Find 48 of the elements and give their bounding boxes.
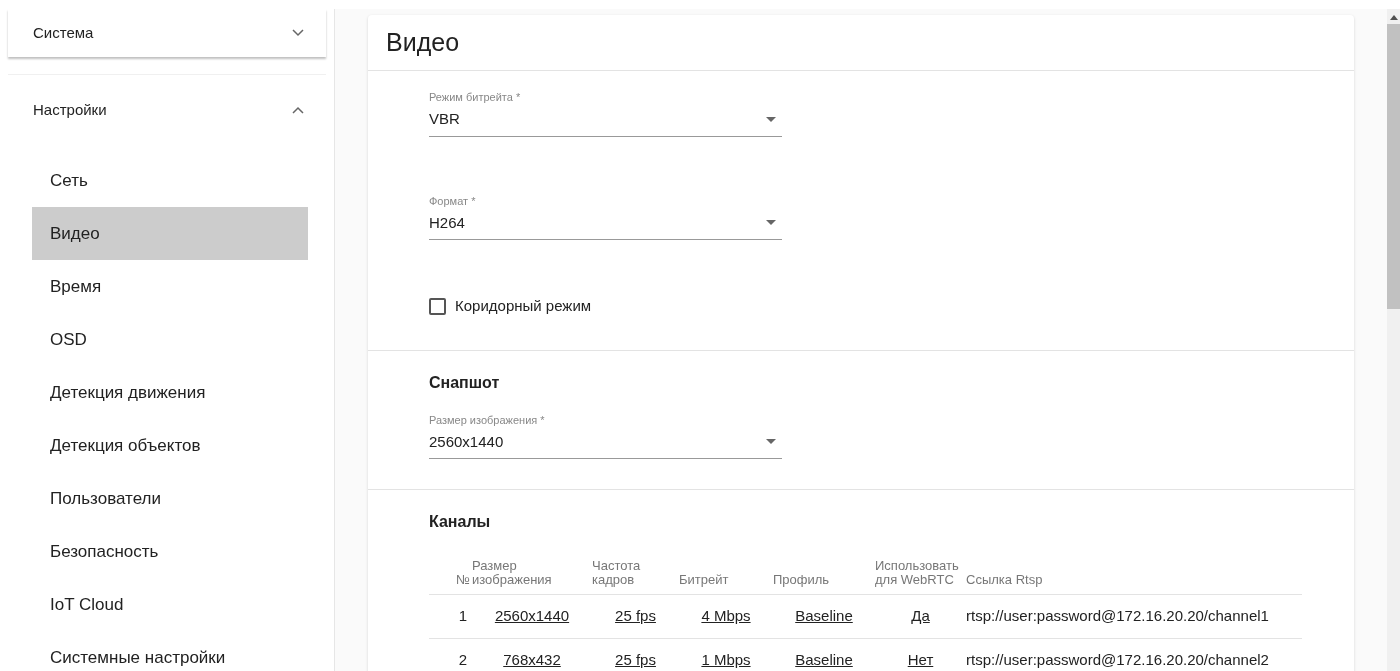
table-link[interactable]: Baseline xyxy=(795,651,853,668)
column-header: Использовать для WebRTC xyxy=(875,558,960,587)
column-header: Размер изображения xyxy=(472,558,553,587)
column-header: Битрейт xyxy=(679,572,729,587)
column-header: № xyxy=(456,572,470,587)
table-cell: 1 xyxy=(458,606,467,624)
table-link[interactable]: 4 Mbps xyxy=(701,606,751,624)
table-link[interactable]: 768x432 xyxy=(503,651,561,668)
sidebar-item[interactable]: OSD xyxy=(32,313,308,366)
table-link[interactable]: Да xyxy=(911,606,930,624)
table-cell: rtsp://user:password@172.16.20.20/channel1 xyxy=(966,606,1269,624)
accordion-header[interactable]: Настройки xyxy=(8,75,326,145)
sidebar-item[interactable]: Безопасность xyxy=(32,525,308,578)
select-field[interactable]: Размер изображения * 2560x1440 xyxy=(429,412,782,459)
dropdown-arrow-icon xyxy=(766,220,776,226)
dropdown-arrow-icon xyxy=(766,116,776,122)
column-header: Ссылка Rtsp xyxy=(966,572,1043,587)
sidebar-item[interactable]: Сеть xyxy=(32,154,308,207)
checkbox[interactable] xyxy=(429,297,446,315)
section-heading: Снапшот xyxy=(429,372,500,393)
table-link[interactable]: 2560x1440 xyxy=(494,606,570,624)
accordion-header[interactable]: Система xyxy=(8,9,326,57)
chevron-up-icon xyxy=(292,106,304,114)
chevron-down-icon xyxy=(292,29,304,37)
sidebar-item[interactable]: Пользователи xyxy=(32,472,308,525)
select-field[interactable]: Режим битрейта * VBR xyxy=(429,90,782,137)
select-field[interactable]: Формат * H264 xyxy=(429,193,782,240)
sidebar-item[interactable]: Системные настройки xyxy=(32,631,308,671)
table-link[interactable]: 25 fps xyxy=(615,606,656,624)
table-link[interactable]: Baseline xyxy=(795,606,853,624)
sidebar-item[interactable]: Видео xyxy=(32,207,308,260)
sidebar-item[interactable]: Детекция объектов xyxy=(32,419,308,472)
column-header: Частота кадров xyxy=(592,558,642,587)
table-cell: 2 xyxy=(458,651,467,668)
table-link[interactable]: 25 fps xyxy=(615,651,656,668)
dropdown-arrow-icon xyxy=(766,439,776,445)
sidebar-item[interactable]: Время xyxy=(32,260,308,313)
card-title: Видео xyxy=(386,26,460,58)
scrollbar[interactable] xyxy=(1387,9,1400,671)
scrollbar-thumb[interactable] xyxy=(1387,24,1400,309)
sidebar-item[interactable]: IoT Cloud xyxy=(32,578,308,631)
section-heading: Каналы xyxy=(429,512,491,532)
table-cell: rtsp://user:password@172.16.20.20/channel2 xyxy=(966,651,1269,668)
checkbox-label[interactable]: Коридорный режим xyxy=(455,295,592,318)
sidebar-item[interactable]: Детекция движения xyxy=(32,366,308,419)
table-link[interactable]: Нет xyxy=(907,651,934,668)
table-link[interactable]: 1 Mbps xyxy=(701,651,751,668)
column-header: Профиль xyxy=(773,572,830,587)
